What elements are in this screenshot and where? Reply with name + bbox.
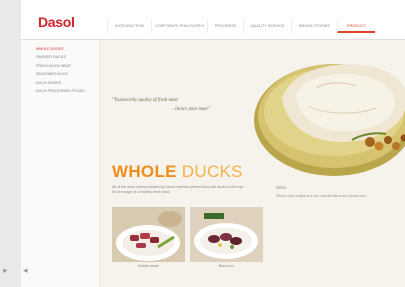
left-edge-panel: ▸ — [0, 0, 21, 287]
page-title: WHOLE DUCKS — [112, 162, 243, 182]
sidebar-item-duck-dishes[interactable]: DUCK DISHES — [36, 79, 85, 87]
chevron-right-icon[interactable]: ▸ — [3, 266, 8, 276]
site-header: Dasol INTRODUCTION CORPORATE PHILOSOPHY … — [21, 0, 405, 40]
title-bold: WHOLE — [112, 162, 177, 181]
chevron-left-icon[interactable]: ◂ — [23, 266, 28, 276]
nav-item-progress[interactable]: PROGRESS — [207, 19, 243, 33]
dish-photo-2-image — [190, 207, 263, 262]
sidebar-menu: WHOLE DUCKS SMOKED DUCKS FRESH DUCK MEAT… — [36, 45, 85, 95]
product-description: All of the duck meat produced by Dasol r… — [112, 185, 245, 194]
whole-duck-hero-image — [254, 64, 405, 176]
title-light: DUCKS — [176, 162, 243, 181]
nav-item-quality-service[interactable]: QUALITY SERVICE — [243, 19, 291, 33]
main-content: "Trustworthy quality of fresh meat - cho… — [100, 40, 405, 287]
spec-title: SPEC — [276, 185, 287, 190]
quote-line-1: "Trustworthy quality of fresh meat — [112, 98, 178, 103]
sidebar-item-smoked-ducks[interactable]: SMOKED DUCKS — [36, 53, 85, 61]
top-nav: INTRODUCTION CORPORATE PHILOSOPHY PROGRE… — [107, 19, 375, 33]
dish-caption-1: Bubble steak — [138, 264, 159, 268]
sidebar: WHOLE DUCKS SMOKED DUCKS FRESH DUCK MEAT… — [21, 40, 100, 287]
dish-caption-2: Black rice — [218, 264, 235, 268]
dish-photo-1-image — [112, 207, 185, 262]
nav-item-product[interactable]: PRODUCT — [337, 19, 375, 33]
nav-item-corporate-philosophy[interactable]: CORPORATE PHILOSOPHY — [151, 19, 207, 33]
sidebar-item-processed-foods[interactable]: DUCK PROCESSED FOODS — [36, 87, 85, 95]
sidebar-item-fresh-duck-meat[interactable]: FRESH DUCK MEAT — [36, 62, 85, 70]
sidebar-item-whole-ducks[interactable]: WHOLE DUCKS — [36, 45, 85, 53]
nav-item-introduction[interactable]: INTRODUCTION — [107, 19, 151, 33]
sidebar-item-seasoned-duck[interactable]: SEASONED DUCK — [36, 70, 85, 78]
tagline-quote: "Trustworthy quality of fresh meat - cho… — [112, 96, 240, 114]
spec-info: SPEC Whole duck weight and size specific… — [276, 185, 386, 199]
dish-photo-2[interactable] — [190, 207, 263, 262]
dish-photo-1[interactable] — [112, 207, 185, 262]
spec-text: Whole duck weight and size specification… — [276, 194, 368, 198]
website: Dasol INTRODUCTION CORPORATE PHILOSOPHY … — [21, 0, 405, 287]
quote-line-2: - choice pure meat" — [172, 107, 210, 112]
brand-logo[interactable]: Dasol — [38, 14, 75, 30]
nav-item-brand-stories[interactable]: BRAND STORIES — [291, 19, 337, 33]
